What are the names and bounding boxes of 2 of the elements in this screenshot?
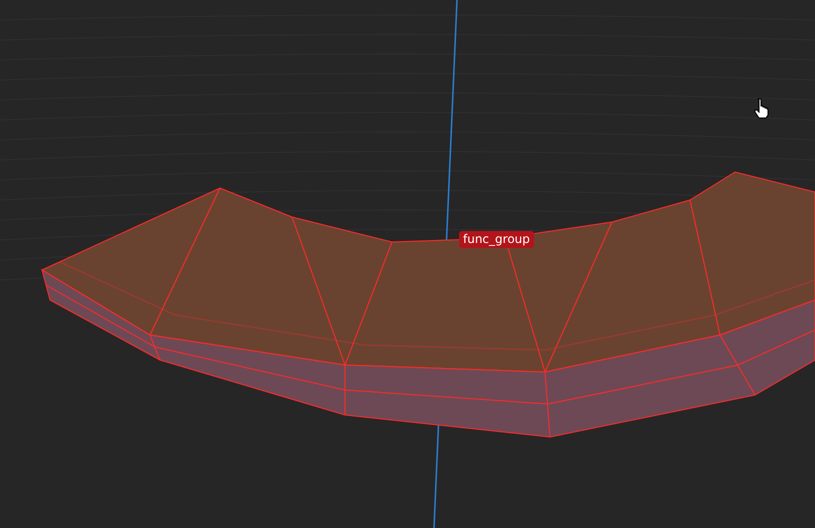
selection-label: func_group bbox=[459, 231, 534, 248]
hand-cursor-icon bbox=[754, 98, 768, 118]
